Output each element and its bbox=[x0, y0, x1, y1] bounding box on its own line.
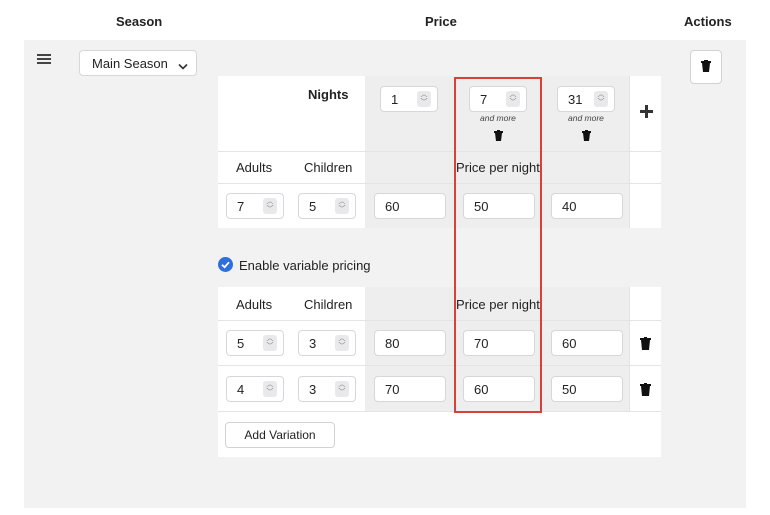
divider bbox=[218, 365, 661, 366]
nights-value: 31 bbox=[568, 91, 583, 107]
spinner-icon[interactable]: ︿ ﹀ bbox=[263, 198, 277, 214]
divider bbox=[218, 411, 661, 412]
add-variation-button[interactable]: Add Variation bbox=[225, 422, 335, 448]
spinner-icon[interactable]: ︿ ﹀ bbox=[335, 335, 349, 351]
adults-value: 7 bbox=[237, 198, 245, 214]
and-more-label: and more bbox=[568, 113, 604, 123]
spinner-icon[interactable]: ︿ ﹀ bbox=[594, 91, 608, 107]
trash-icon[interactable] bbox=[639, 336, 651, 350]
var-price-input[interactable]: 50 bbox=[551, 376, 623, 402]
var-price-input[interactable]: 70 bbox=[374, 376, 446, 402]
header-actions: Actions bbox=[684, 14, 732, 29]
var-adults-input[interactable]: 4 ︿ ﹀ bbox=[226, 376, 284, 402]
spinner-icon[interactable]: ︿ ﹀ bbox=[263, 381, 277, 397]
nights-input-3[interactable]: 31 ︿ ﹀ bbox=[557, 86, 615, 112]
col-children-header: Children bbox=[304, 160, 353, 175]
trash-icon bbox=[701, 59, 711, 75]
var-children-input[interactable]: 3 ︿ ﹀ bbox=[298, 330, 356, 356]
divider bbox=[629, 76, 630, 228]
highlight-box bbox=[454, 77, 542, 413]
header-price: Price bbox=[425, 14, 457, 29]
nights-label: Nights bbox=[308, 87, 349, 102]
spinner-icon[interactable]: ︿ ﹀ bbox=[263, 335, 277, 351]
spinner-icon[interactable]: ︿ ﹀ bbox=[335, 381, 349, 397]
price-input[interactable]: 40 bbox=[551, 193, 623, 219]
nights-value: 1 bbox=[391, 91, 399, 107]
header-season: Season bbox=[116, 14, 163, 29]
var-price-input[interactable]: 60 bbox=[551, 330, 623, 356]
divider bbox=[629, 287, 630, 411]
var-col-children-header: Children bbox=[304, 297, 353, 312]
divider bbox=[218, 320, 661, 321]
divider bbox=[218, 183, 661, 184]
season-select[interactable]: Main Season bbox=[79, 50, 197, 76]
price-input[interactable]: 60 bbox=[374, 193, 446, 219]
var-col-adults-header: Adults bbox=[236, 297, 273, 312]
children-value: 5 bbox=[309, 198, 317, 214]
children-input[interactable]: 5 ︿ ﹀ bbox=[298, 193, 356, 219]
check-icon bbox=[218, 257, 233, 272]
variable-pricing-label[interactable]: Enable variable pricing bbox=[239, 258, 371, 273]
col-adults-header: Adults bbox=[236, 160, 273, 175]
divider bbox=[218, 151, 661, 152]
spinner-icon[interactable]: ︿ ﹀ bbox=[335, 198, 349, 214]
var-price-input[interactable]: 80 bbox=[374, 330, 446, 356]
delete-season-button[interactable] bbox=[690, 50, 722, 84]
chevron-down-icon bbox=[178, 59, 188, 74]
trash-icon[interactable] bbox=[581, 129, 591, 141]
season-select-value: Main Season bbox=[92, 55, 168, 71]
variable-pricing-checkbox[interactable] bbox=[218, 257, 233, 272]
var-adults-input[interactable]: 5 ︿ ﹀ bbox=[226, 330, 284, 356]
trash-icon[interactable] bbox=[639, 382, 651, 396]
add-night-plus-icon[interactable] bbox=[640, 105, 653, 121]
hamburger-icon[interactable] bbox=[37, 53, 51, 65]
adults-input[interactable]: 7 ︿ ﹀ bbox=[226, 193, 284, 219]
spinner-icon[interactable]: ︿ ﹀ bbox=[417, 91, 431, 107]
var-children-input[interactable]: 3 ︿ ﹀ bbox=[298, 376, 356, 402]
nights-input-1[interactable]: 1 ︿ ﹀ bbox=[380, 86, 438, 112]
